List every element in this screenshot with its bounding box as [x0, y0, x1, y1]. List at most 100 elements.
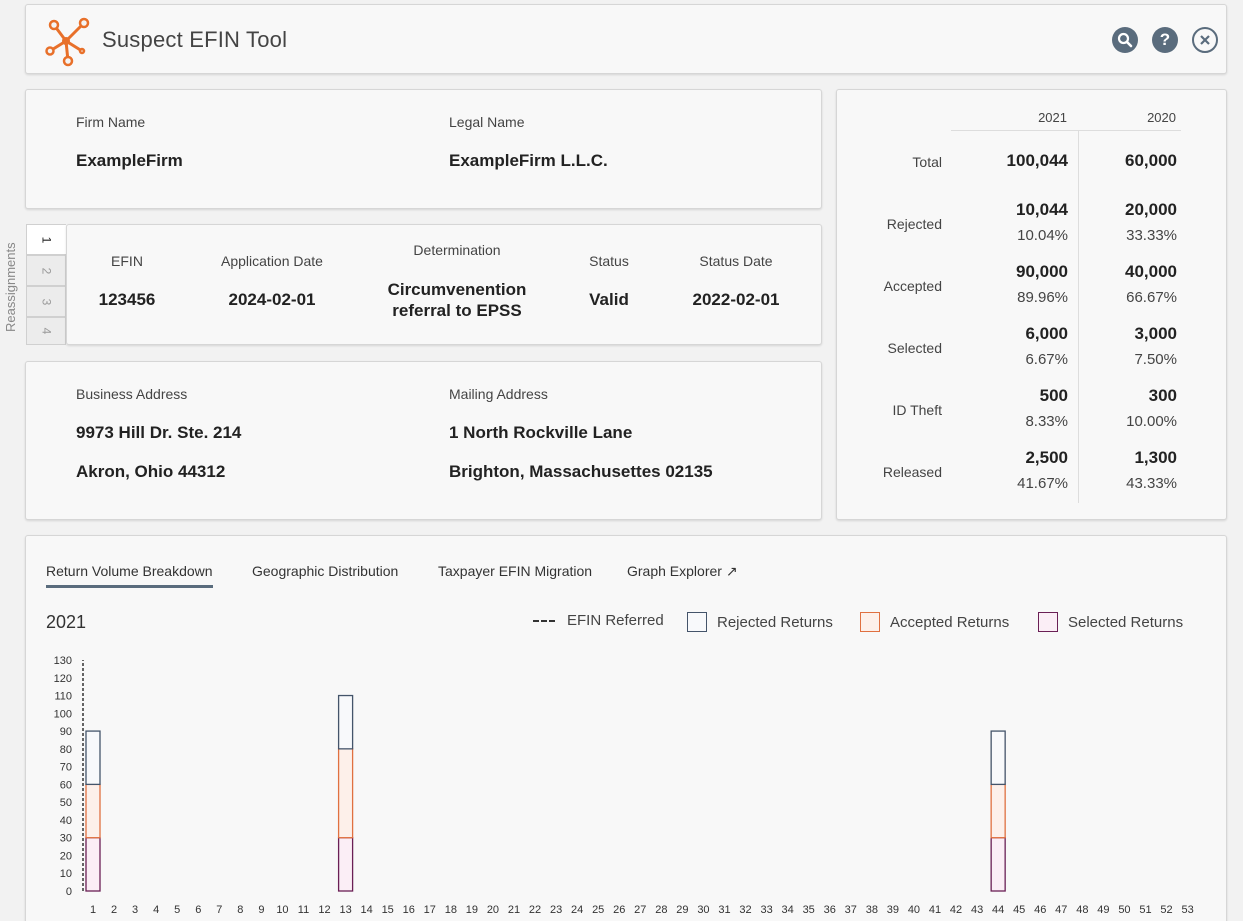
- y-tick-label: 80: [60, 744, 72, 756]
- x-tick-label: 45: [1013, 904, 1025, 916]
- x-tick-label: 11: [298, 904, 309, 916]
- x-tick-label: 49: [1097, 904, 1109, 916]
- status-date-label: Status Date: [699, 253, 773, 269]
- y-tick-label: 0: [66, 886, 72, 898]
- reassignment-tab-1[interactable]: 1: [26, 224, 66, 255]
- mailing-address-line1: 1 North Rockville Lane: [449, 423, 633, 442]
- x-tick-label: 27: [634, 904, 646, 916]
- stat-label-rejected: Rejected: [886, 216, 942, 232]
- stats-panel: 2021 2020 Total 100,044 60,000 Rejected …: [836, 89, 1227, 520]
- stat-accepted-2020: 40,000: [1125, 262, 1177, 281]
- stats-year-2021: 2021: [1038, 110, 1067, 125]
- bar-segment: [337, 837, 354, 892]
- x-tick-label: 51: [1139, 904, 1151, 916]
- reassignment-tab-label: 4: [39, 327, 53, 335]
- y-tick-label: 10: [60, 868, 72, 880]
- mailing-address-label: Mailing Address: [449, 386, 548, 402]
- stat-idtheft-2020: 300: [1148, 386, 1177, 405]
- x-tick-label: 10: [276, 904, 288, 916]
- stat-selected-2021: 6,000: [1025, 324, 1068, 343]
- return-volume-chart: 01020304050607080901001101201301 2 3 4 5 6 7 8 9…: [54, 655, 1194, 916]
- x-tick-label: 3: [132, 904, 138, 916]
- x-tick-label: 8: [237, 904, 243, 916]
- y-tick-label: 20: [60, 850, 72, 862]
- search-icon: [1117, 32, 1133, 48]
- stat-rejected-2021: 10,044: [1016, 200, 1068, 219]
- x-tick-label: 53: [1181, 904, 1193, 916]
- x-tick-label: 22: [529, 904, 541, 916]
- x-tick-label: 32: [739, 904, 751, 916]
- x-tick-label: 15: [382, 904, 394, 916]
- y-tick-label: 70: [60, 762, 72, 774]
- bar-segment: [85, 730, 101, 786]
- x-tick-label: 19: [466, 904, 478, 916]
- reassignment-tab-4[interactable]: 4: [26, 317, 66, 345]
- reassignment-tab-3[interactable]: 3: [26, 286, 66, 317]
- x-tick-label: 7: [216, 904, 222, 916]
- bar-segment: [85, 783, 101, 839]
- stat-total-2021: 100,044: [1006, 151, 1068, 170]
- business-address-line1: 9973 Hill Dr. Ste. 214: [76, 423, 242, 442]
- stat-label-total: Total: [912, 154, 942, 170]
- reassignment-tab-label: 2: [39, 267, 53, 274]
- x-tick-label: 42: [950, 904, 962, 916]
- bar-segment: [990, 783, 1006, 839]
- x-tick-label: 24: [571, 904, 583, 916]
- chart-panel: Return Volume Breakdown Geographic Distr…: [25, 535, 1227, 921]
- y-tick-label: 60: [60, 779, 72, 791]
- bar-segment: [337, 748, 354, 839]
- efin-panel: EFIN 123456 Application Date 2024-02-01 …: [66, 224, 822, 345]
- status-label: Status: [589, 253, 629, 269]
- y-tick-label: 110: [54, 691, 72, 703]
- firm-name-value: ExampleFirm: [76, 151, 183, 170]
- stat-rejected-pct-2020: 33.33%: [1126, 227, 1177, 244]
- close-button[interactable]: [1192, 27, 1218, 53]
- x-tick-label: 52: [1160, 904, 1172, 916]
- x-tick-label: 14: [361, 904, 373, 916]
- search-button[interactable]: [1112, 27, 1138, 53]
- x-tick-label: 1: [90, 904, 96, 916]
- firm-name-label: Firm Name: [76, 114, 146, 130]
- y-tick-label: 50: [60, 797, 72, 809]
- reassignment-tab-label: 1: [39, 236, 54, 243]
- stat-released-pct-2020: 43.33%: [1126, 475, 1177, 492]
- stat-accepted-2021: 90,000: [1016, 262, 1068, 281]
- reassignment-tab-2[interactable]: 2: [26, 255, 66, 286]
- y-tick-label: 30: [60, 833, 72, 845]
- determination-value: Circumvenention referral to EPSS: [387, 280, 527, 320]
- x-tick-label: 37: [845, 904, 857, 916]
- x-tick-label: 13: [339, 904, 351, 916]
- stat-idtheft-pct-2021: 8.33%: [1025, 413, 1068, 430]
- stat-released-pct-2021: 41.67%: [1017, 475, 1068, 492]
- status-value: Valid: [589, 290, 629, 309]
- legal-name-label: Legal Name: [449, 114, 525, 130]
- stat-released-2021: 2,500: [1025, 448, 1068, 467]
- x-tick-label: 39: [887, 904, 899, 916]
- stat-rejected-2020: 20,000: [1125, 200, 1177, 219]
- x-tick-label: 29: [676, 904, 688, 916]
- help-button[interactable]: ?: [1152, 27, 1178, 53]
- app-header: Suspect EFIN Tool ?: [25, 4, 1227, 74]
- x-tick-label: 21: [508, 904, 520, 916]
- application-date-label: Application Date: [221, 253, 323, 269]
- x-tick-label: 38: [866, 904, 878, 916]
- x-tick-label: 40: [908, 904, 920, 916]
- stat-label-id-theft: ID Theft: [892, 402, 942, 418]
- x-tick-label: 25: [592, 904, 604, 916]
- x-tick-label: 46: [1034, 904, 1046, 916]
- x-tick-label: 17: [424, 904, 436, 916]
- stat-accepted-pct-2021: 89.96%: [1017, 289, 1068, 306]
- x-tick-label: 4: [153, 904, 159, 916]
- x-tick-label: 41: [929, 904, 941, 916]
- stat-label-selected: Selected: [887, 340, 942, 356]
- close-icon: [1200, 35, 1210, 45]
- x-tick-label: 34: [782, 904, 794, 916]
- x-tick-label: 20: [487, 904, 499, 916]
- x-tick-label: 48: [1076, 904, 1088, 916]
- x-tick-label: 18: [445, 904, 457, 916]
- stat-selected-pct-2021: 6.67%: [1025, 351, 1068, 368]
- x-tick-label: 47: [1055, 904, 1067, 916]
- business-address-line2: Akron, Ohio 44312: [76, 462, 226, 481]
- status-date-value: 2022-02-01: [692, 290, 780, 309]
- efin-value: 123456: [98, 290, 156, 309]
